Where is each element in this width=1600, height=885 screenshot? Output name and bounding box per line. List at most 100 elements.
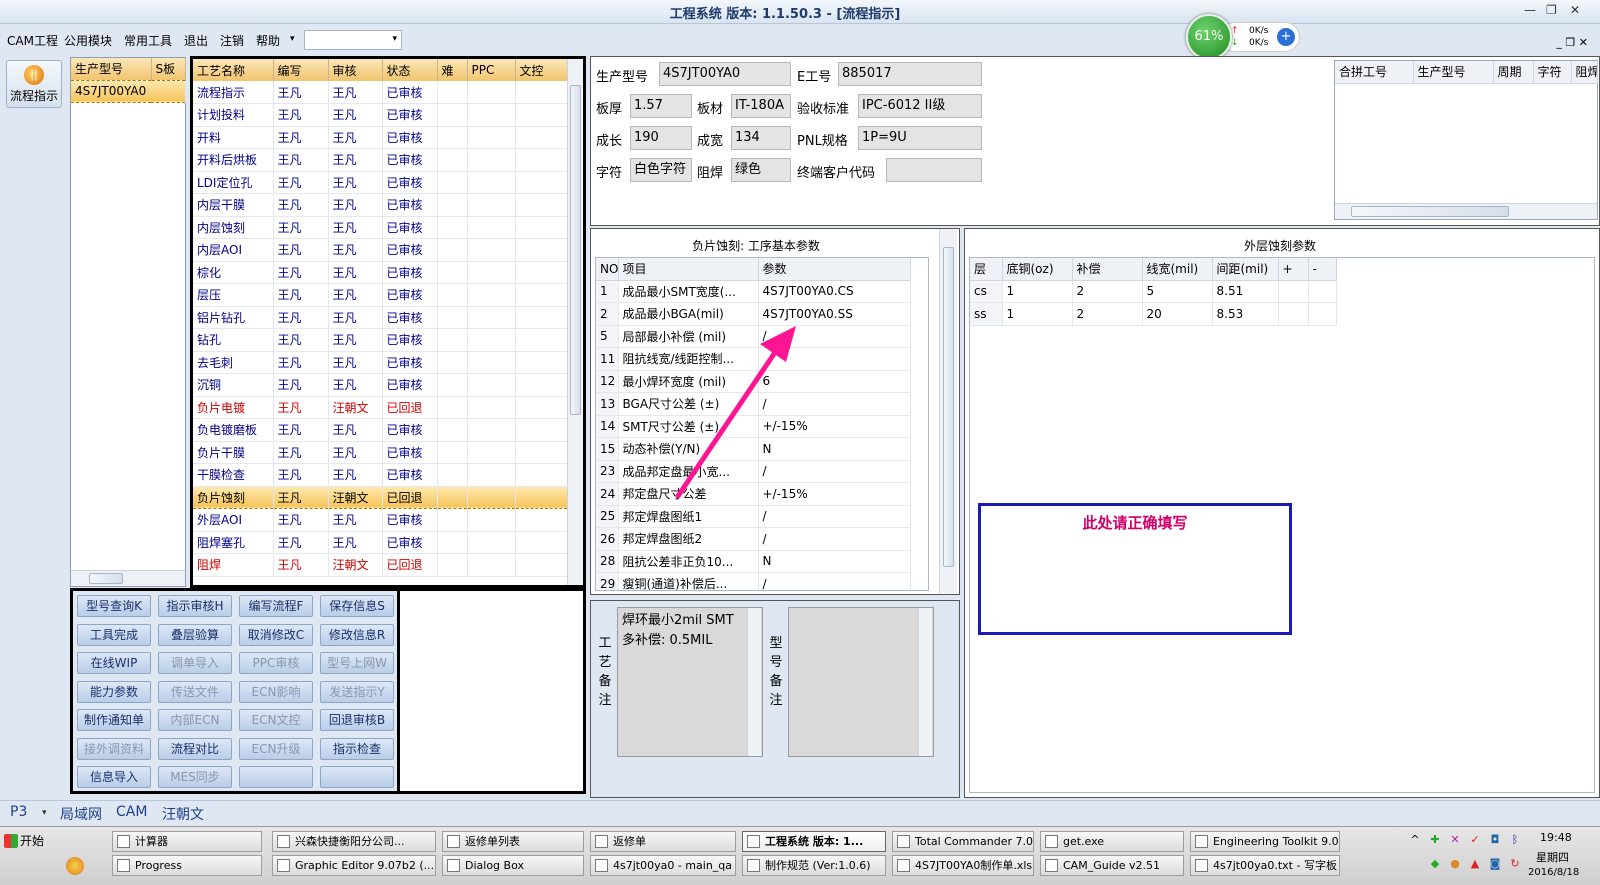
cell-ppc[interactable] — [467, 283, 516, 307]
restore-button[interactable]: ❐ — [1546, 3, 1557, 17]
cell-reviewer[interactable]: 王凡 — [328, 103, 383, 127]
cell-status[interactable]: 已审核 — [382, 283, 438, 307]
col-no[interactable]: NO — [596, 258, 619, 281]
cell-difficulty[interactable] — [437, 441, 468, 464]
cell-status[interactable]: 已回退 — [382, 396, 438, 419]
cell-reviewer[interactable]: 王凡 — [328, 238, 383, 262]
model-row[interactable]: 4S7JT00YA0 — [71, 79, 186, 103]
process-remark-text[interactable]: 焊环最小2mil SMT 多补偿: 0.5MIL — [617, 607, 763, 757]
cell-writer[interactable]: 王凡 — [273, 306, 329, 329]
cell-difficulty[interactable] — [437, 261, 468, 284]
cell-doc-control[interactable] — [515, 351, 568, 374]
cell-writer[interactable]: 王凡 — [273, 81, 329, 104]
outer-cell[interactable]: 8.53 — [1212, 302, 1279, 326]
outer-cell[interactable]: 5 — [1142, 280, 1213, 303]
table-row[interactable]: 铝片钻孔 王凡 王凡 已审核 — [193, 306, 568, 329]
cell-writer[interactable]: 王凡 — [273, 216, 329, 239]
scroll-thumb[interactable] — [570, 85, 581, 415]
action-button[interactable]: ECN升级 — [239, 737, 313, 760]
cell-ppc[interactable] — [467, 216, 516, 239]
cell-difficulty[interactable] — [437, 148, 468, 172]
table-row[interactable]: 流程指示 王凡 王凡 已审核 — [193, 81, 568, 104]
cell-ppc[interactable] — [467, 81, 516, 104]
col-merge-model[interactable]: 生产型号 — [1413, 61, 1494, 84]
cell-writer[interactable]: 王凡 — [273, 396, 329, 419]
col-value[interactable]: 参数 — [758, 258, 911, 281]
cell-writer[interactable]: 王凡 — [273, 351, 329, 374]
cell-doc-control[interactable] — [515, 261, 568, 284]
tray-app-icon[interactable]: ✚ — [1428, 833, 1442, 847]
outer-cell[interactable] — [1308, 302, 1337, 326]
col-model[interactable]: 生产型号 — [71, 58, 152, 80]
outer-cell[interactable]: cs — [970, 280, 1003, 303]
menu-help[interactable]: 帮助 — [256, 32, 280, 49]
cell-ppc[interactable] — [467, 508, 516, 532]
standard-field[interactable]: IPC-6012 II级 — [858, 94, 982, 118]
outer-cell[interactable] — [1278, 302, 1309, 326]
cell-no[interactable]: 26 — [596, 527, 619, 551]
status-p3[interactable]: P3 — [10, 804, 27, 820]
taskbar-item[interactable]: Progress — [112, 855, 262, 876]
cell-difficulty[interactable] — [437, 103, 468, 127]
action-button[interactable]: 工具完成 — [77, 623, 151, 646]
cell-reviewer[interactable]: 王凡 — [328, 508, 383, 532]
action-button[interactable]: 型号上网W — [320, 652, 394, 674]
table-row[interactable]: 开料后烘板 王凡 王凡 已审核 — [193, 148, 568, 172]
taskbar-item[interactable]: Dialog Box — [442, 855, 584, 876]
cell-doc-control[interactable] — [515, 553, 568, 577]
cell-difficulty[interactable] — [437, 396, 468, 419]
cell-ppc[interactable] — [467, 553, 516, 577]
close-button[interactable]: ✕ — [1570, 3, 1580, 17]
table-row[interactable]: 28 阻抗公差非正负10... N — [596, 550, 911, 573]
cell-doc-control[interactable] — [515, 306, 568, 329]
col-difficulty[interactable]: 难 — [437, 59, 468, 81]
scroll-thumb[interactable] — [943, 247, 954, 567]
cell-no[interactable]: 29 — [596, 572, 619, 590]
tray-monitor-icon[interactable]: ◘ — [1488, 833, 1502, 847]
cell-status[interactable]: 已审核 — [382, 81, 438, 104]
cell-status[interactable]: 已审核 — [382, 238, 438, 262]
cell-process-name[interactable]: 负片电镀 — [193, 396, 274, 419]
start-button[interactable]: 开始 — [2, 830, 50, 852]
cell-difficulty[interactable] — [437, 418, 468, 442]
table-row[interactable]: 棕化 王凡 王凡 已审核 — [193, 261, 568, 284]
cell-status[interactable]: 已审核 — [382, 508, 438, 532]
cell-difficulty[interactable] — [437, 283, 468, 307]
cell-process-name[interactable]: 计划投料 — [193, 103, 274, 127]
tray-shield-icon[interactable]: ◆ — [1428, 857, 1442, 871]
cell-ppc[interactable] — [467, 418, 516, 442]
cell-status[interactable]: 已回退 — [382, 485, 438, 509]
table-row[interactable]: 内层AOI 王凡 王凡 已审核 — [193, 238, 568, 262]
action-button[interactable]: 保存信息S — [320, 595, 394, 617]
cell-doc-control[interactable] — [515, 238, 568, 262]
cell-doc-control[interactable] — [515, 328, 568, 352]
cell-difficulty[interactable] — [437, 126, 468, 149]
taskbar-item[interactable]: 返修单 — [590, 831, 736, 852]
table-row[interactable]: 内层干膜 王凡 王凡 已审核 — [193, 193, 568, 217]
action-button[interactable]: 取消修改C — [239, 623, 313, 646]
table-row[interactable]: 沉铜 王凡 王凡 已审核 — [193, 373, 568, 397]
taskbar-item[interactable]: 兴森快捷衡阳分公司... — [272, 831, 436, 852]
cell-reviewer[interactable]: 王凡 — [328, 81, 383, 104]
outer-cell[interactable]: ss — [970, 302, 1003, 326]
col-line-width[interactable]: 线宽(mil) — [1142, 258, 1213, 281]
tray-close-icon[interactable]: ✕ — [1448, 833, 1462, 847]
plus-icon[interactable]: + — [1277, 28, 1295, 46]
cell-process-name[interactable]: 开料 — [193, 126, 274, 149]
material-field[interactable]: IT-180A — [731, 94, 791, 118]
cell-difficulty[interactable] — [437, 216, 468, 239]
thickness-field[interactable]: 1.57 — [630, 94, 692, 118]
menu-common-module[interactable]: 公用模块 — [64, 32, 112, 49]
table-row[interactable]: 负电镀磨板 王凡 王凡 已审核 — [193, 418, 568, 442]
outer-cell[interactable]: 20 — [1142, 302, 1213, 326]
action-button[interactable]: 传送文件 — [158, 680, 232, 703]
cell-reviewer[interactable]: 王凡 — [328, 216, 383, 239]
outer-cell[interactable]: 1 — [1002, 302, 1073, 326]
cell-process-name[interactable]: 负片干膜 — [193, 441, 274, 464]
action-button[interactable]: PPC审核 — [239, 652, 313, 674]
table-row[interactable]: 去毛刺 王凡 王凡 已审核 — [193, 351, 568, 374]
cell-status[interactable]: 已审核 — [382, 306, 438, 329]
cell-status[interactable]: 已审核 — [382, 531, 438, 554]
cell-doc-control[interactable] — [515, 396, 568, 419]
cell-writer[interactable]: 王凡 — [273, 373, 329, 397]
